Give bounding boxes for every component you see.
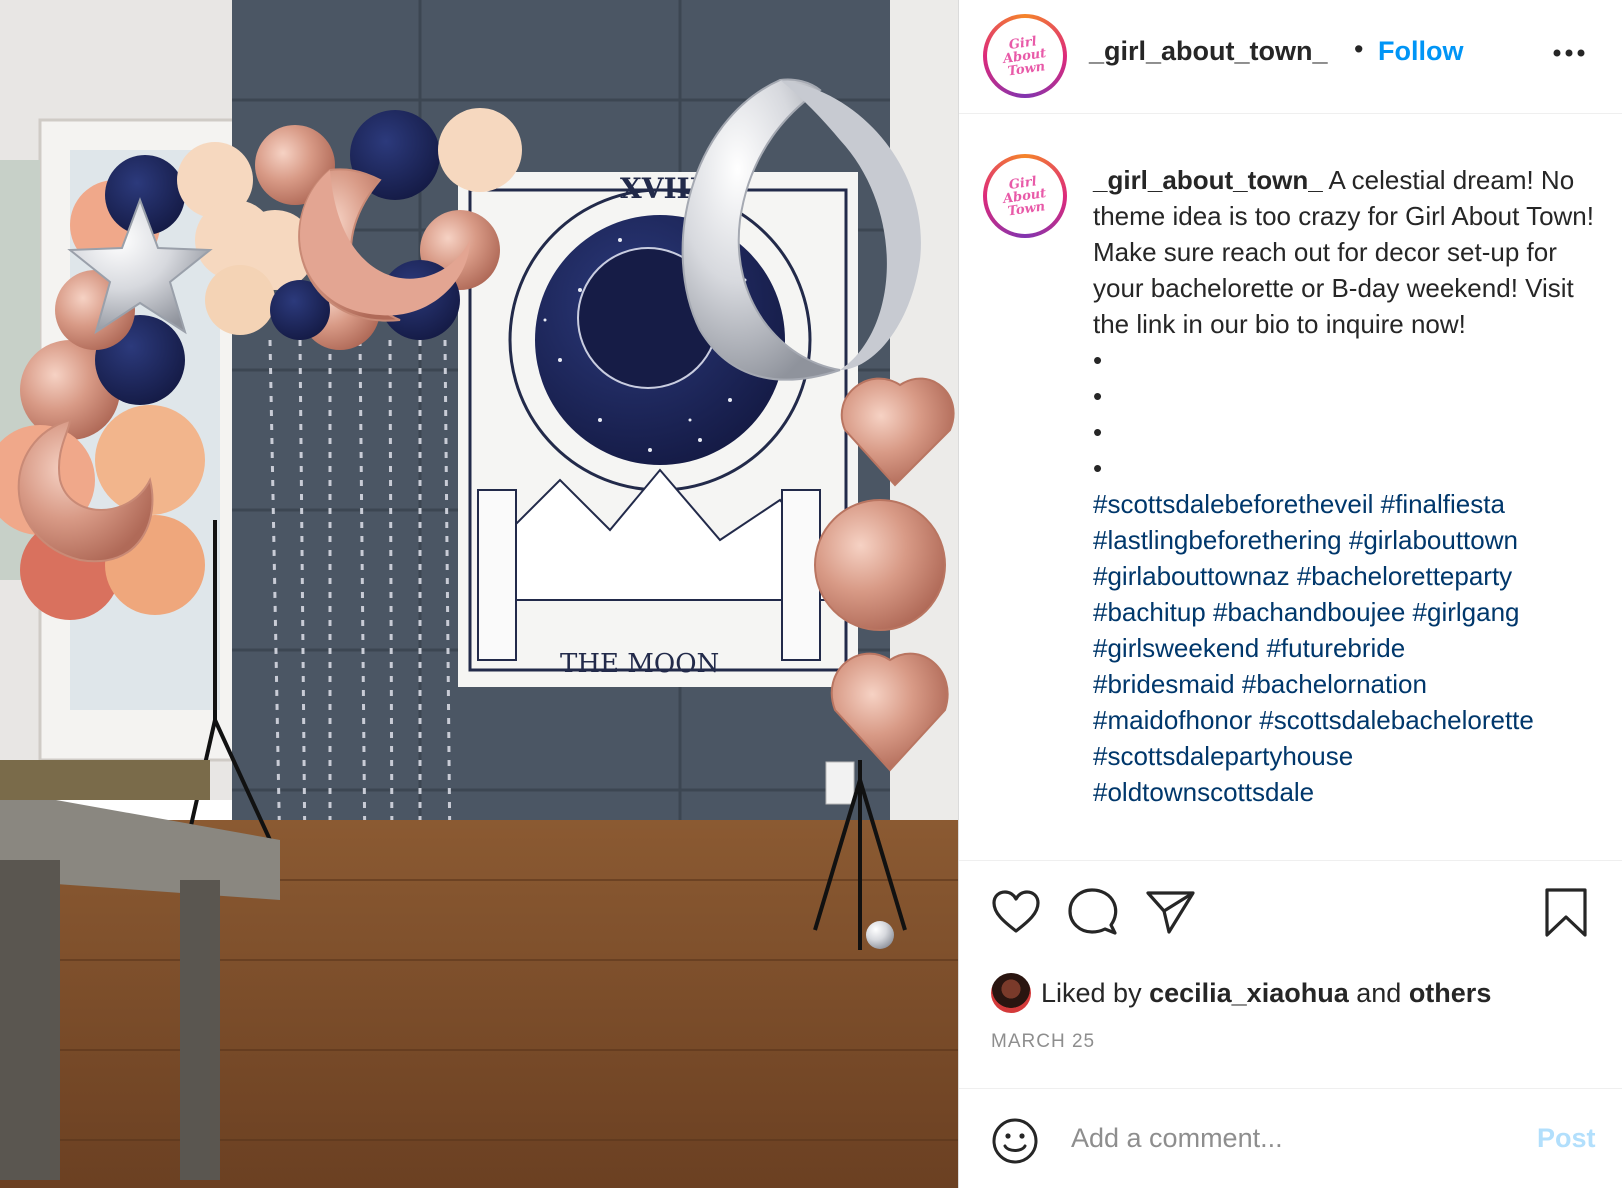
post-photo[interactable]: XVIII THE MOON [0,0,958,1188]
hashtag-link[interactable]: #bachelornation [1242,669,1427,699]
hashtag-link[interactable]: #bachitup [1093,597,1206,627]
comment-icon[interactable] [1067,887,1119,942]
hashtag-link[interactable]: #scottsdalepartyhouse [1093,741,1353,771]
more-options-icon[interactable] [1549,38,1589,68]
hashtag-link[interactable]: #bachandboujee [1213,597,1405,627]
caption-bullet: • [1093,417,1103,447]
hashtag-link[interactable]: #girlabouttown [1349,525,1518,555]
follow-button[interactable]: Follow [1378,36,1463,67]
avatar-logo: Girl About Town [1002,173,1048,219]
caption-username[interactable]: _girl_about_town_ [1093,165,1323,195]
likes-others-link[interactable]: others [1409,978,1492,1009]
header-separator: • [1354,34,1364,64]
hashtag-link[interactable]: #bacheloretteparty [1297,561,1512,591]
comment-bar: Post [959,1088,1622,1188]
hashtag-link[interactable]: #scottsdalebachelorette [1259,705,1534,735]
liker-username[interactable]: cecilia_xiaohua [1149,978,1349,1009]
header-username[interactable]: _girl_about_town_ [1089,36,1328,67]
likes-conjunction: and [1356,977,1402,1008]
avatar[interactable]: Girl About Town [983,14,1067,98]
hashtag-link[interactable]: #finalfiesta [1381,489,1505,519]
hashtag-link[interactable]: #scottsdalebeforetheveil [1093,489,1373,519]
likes-prefix: Liked by [1041,977,1142,1008]
hashtag-link[interactable]: #oldtownscottsdale [1093,777,1314,807]
post-date[interactable]: MARCH 25 [991,1031,1095,1053]
hashtag-link[interactable]: #maidofhonor [1093,705,1252,735]
caption-bullet: • [1093,345,1103,375]
liker-avatar[interactable] [991,973,1031,1013]
heart-icon[interactable] [991,889,1041,940]
caption-bullet: • [1093,453,1103,483]
smiley-icon[interactable] [991,1117,1039,1170]
tapestry-title: THE MOON [560,649,719,679]
likes-summary: Liked by cecilia_xiaohua and others [991,973,1491,1013]
photo-illustration: XVIII THE MOON [0,0,958,1188]
avatar-logo: Girl About Town [1002,33,1048,79]
caption-section: Girl About Town _girl_about_town_ A cele… [959,114,1622,860]
post-header: Girl About Town _girl_about_town_ • Foll… [959,0,1622,114]
hashtag-link[interactable]: #girlabouttownaz [1093,561,1290,591]
hashtag-link[interactable]: #girlgang [1413,597,1520,627]
caption-text: _girl_about_town_ A celestial dream! No … [1093,162,1603,810]
post-actions: Liked by cecilia_xiaohua and others MARC… [959,860,1622,1090]
caption-avatar[interactable]: Girl About Town [983,154,1067,238]
bookmark-icon[interactable] [1543,887,1589,944]
caption-bullet: • [1093,381,1103,411]
hashtag-link[interactable]: #bridesmaid [1093,669,1235,699]
post-details-panel: Girl About Town _girl_about_town_ • Foll… [958,0,1622,1188]
comment-input[interactable] [1071,1113,1491,1163]
post-button[interactable]: Post [1537,1123,1596,1154]
paper-plane-icon[interactable] [1145,887,1197,942]
hashtag-link[interactable]: #futurebride [1266,633,1405,663]
hashtag-list: #scottsdalebeforetheveil #finalfiesta #l… [1093,486,1603,810]
hashtag-link[interactable]: #lastlingbeforethering [1093,525,1342,555]
hashtag-link[interactable]: #girlsweekend [1093,633,1259,663]
